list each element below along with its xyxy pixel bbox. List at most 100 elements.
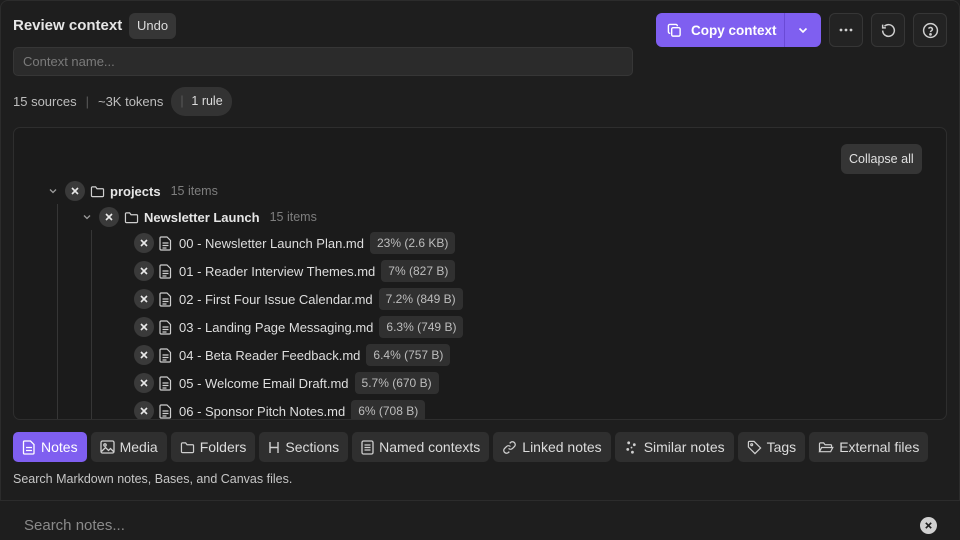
file-size-badge: 6% (708 B) — [351, 400, 426, 419]
tree-file-row[interactable]: 05 - Welcome Email Draft.md 5.7% (670 B) — [134, 370, 439, 396]
remove-icon[interactable] — [134, 373, 154, 393]
file-name: 03 - Landing Page Messaging.md — [179, 319, 374, 335]
note-icon — [22, 439, 35, 455]
tree-guide-line — [57, 204, 58, 419]
tab-similar-notes[interactable]: Similar notes — [614, 432, 734, 462]
folder-name: Newsletter Launch — [144, 209, 260, 225]
tab-sections[interactable]: Sections — [259, 432, 349, 462]
tree-file-row[interactable]: 06 - Sponsor Pitch Notes.md 6% (708 B) — [134, 398, 426, 419]
tab-external-files[interactable]: External files — [809, 432, 929, 462]
tree-file-row[interactable]: 02 - First Four Issue Calendar.md 7.2% (… — [134, 286, 463, 312]
clear-search-button[interactable] — [920, 517, 937, 534]
tokens-count: ~3K tokens — [97, 93, 164, 109]
remove-icon[interactable] — [134, 401, 154, 419]
reset-button[interactable] — [871, 13, 905, 47]
context-stats: 15 sources | ~3K tokens | 1 rule — [13, 86, 232, 116]
file-name: 06 - Sponsor Pitch Notes.md — [179, 403, 346, 419]
search-notes-input[interactable] — [13, 511, 903, 539]
sparkle-icon — [626, 440, 636, 454]
tree-folder-projects[interactable]: projects 15 items — [46, 178, 218, 204]
remove-icon[interactable] — [134, 261, 154, 281]
help-circle-icon — [922, 22, 938, 38]
folder-icon — [90, 185, 106, 198]
heading-icon — [269, 441, 280, 453]
rules-separator: | — [180, 93, 184, 108]
collapse-all-button[interactable]: Collapse all — [841, 144, 922, 174]
file-size-badge: 6.4% (757 B) — [366, 344, 451, 366]
file-text-icon — [159, 291, 175, 307]
file-name: 02 - First Four Issue Calendar.md — [179, 291, 373, 307]
link-icon — [503, 440, 517, 454]
copy-icon — [667, 23, 681, 37]
remove-icon[interactable] — [65, 181, 85, 201]
tab-label: Tags — [766, 439, 797, 455]
file-size-badge: 5.7% (670 B) — [354, 372, 439, 394]
copy-options-dropdown-button[interactable] — [785, 13, 821, 47]
folder-name: projects — [110, 183, 161, 199]
tab-named-contexts[interactable]: Named contexts — [352, 432, 490, 462]
list-icon — [361, 439, 374, 455]
chevron-down-icon[interactable] — [46, 186, 60, 196]
tag-icon — [747, 440, 762, 454]
help-button[interactable] — [913, 13, 947, 47]
file-text-icon — [159, 319, 175, 335]
tab-linked-notes[interactable]: Linked notes — [493, 432, 611, 462]
image-icon — [99, 440, 115, 454]
file-size-badge: 6.3% (749 B) — [379, 316, 464, 338]
remove-icon[interactable] — [134, 289, 154, 309]
tab-tags[interactable]: Tags — [737, 432, 806, 462]
file-size-badge: 7.2% (849 B) — [378, 288, 463, 310]
tree-file-row[interactable]: 00 - Newsletter Launch Plan.md 23% (2.6 … — [134, 230, 456, 256]
tab-label: Linked notes — [522, 439, 602, 455]
rules-pill[interactable]: | 1 rule — [171, 86, 232, 116]
file-text-icon — [159, 403, 175, 419]
undo-button[interactable]: Undo — [129, 13, 177, 39]
context-name-input[interactable] — [13, 47, 633, 76]
close-icon — [925, 522, 932, 529]
copy-context-button[interactable]: Copy context — [656, 13, 785, 47]
tab-label: Named contexts — [379, 439, 481, 455]
tab-label: Sections — [285, 439, 340, 455]
tree-folder-newsletter-launch[interactable]: Newsletter Launch 15 items — [80, 204, 317, 230]
file-text-icon — [159, 263, 175, 279]
rotate-ccw-icon — [881, 23, 895, 37]
file-text-icon — [159, 235, 175, 251]
more-options-button[interactable] — [829, 13, 863, 47]
folder-item-count: 15 items — [170, 184, 218, 198]
remove-icon[interactable] — [99, 207, 119, 227]
tree-file-row[interactable]: 04 - Beta Reader Feedback.md 6.4% (757 B… — [134, 342, 451, 368]
remove-icon[interactable] — [134, 317, 154, 337]
folder-item-count: 15 items — [269, 210, 317, 224]
tab-label: Notes — [41, 439, 78, 455]
sources-tree-panel[interactable]: Collapse all projects 15 items Newslette… — [13, 127, 947, 420]
sources-count: 15 sources — [13, 93, 77, 109]
tree-file-row[interactable]: 01 - Reader Interview Themes.md 7% (827 … — [134, 258, 456, 284]
file-name: 04 - Beta Reader Feedback.md — [179, 347, 361, 363]
file-text-icon — [159, 375, 175, 391]
remove-icon[interactable] — [134, 345, 154, 365]
stats-separator: | — [85, 93, 89, 109]
folder-icon — [180, 441, 194, 453]
tab-label: Similar notes — [643, 439, 725, 455]
rules-count: 1 rule — [191, 93, 223, 108]
tab-description: Search Markdown notes, Bases, and Canvas… — [13, 472, 293, 486]
tab-notes[interactable]: Notes — [13, 432, 87, 462]
tree-guide-line — [91, 230, 92, 419]
chevron-down-icon[interactable] — [80, 212, 94, 222]
tab-label: Media — [119, 439, 158, 455]
tab-label: Folders — [199, 439, 247, 455]
more-horizontal-icon — [839, 28, 853, 32]
remove-icon[interactable] — [134, 233, 154, 253]
file-size-badge: 7% (827 B) — [381, 260, 456, 282]
folder-open-icon — [818, 441, 834, 452]
page-title: Review context — [13, 17, 123, 34]
tab-media[interactable]: Media — [90, 432, 167, 462]
source-type-tabs: Notes Media Folders Sections Named conte… — [13, 432, 932, 462]
copy-context-split-button: Copy context — [656, 13, 821, 47]
file-text-icon — [159, 347, 175, 363]
search-bar — [0, 500, 960, 540]
tree-file-row[interactable]: 03 - Landing Page Messaging.md 6.3% (749… — [134, 314, 464, 340]
chevron-down-icon — [798, 27, 808, 34]
file-size-badge: 23% (2.6 KB) — [369, 232, 456, 254]
tab-folders[interactable]: Folders — [170, 432, 256, 462]
